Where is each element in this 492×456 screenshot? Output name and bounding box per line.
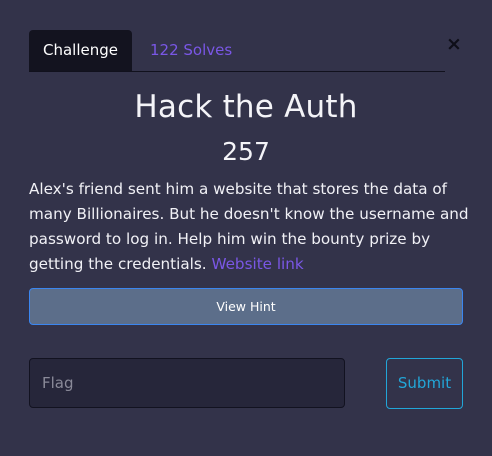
challenge-title: Hack the Auth	[134, 89, 358, 125]
tab-solves[interactable]: 122 Solves	[150, 30, 232, 71]
close-icon[interactable]: ×	[442, 32, 466, 56]
challenge-modal: Challenge 122 Solves × Hack the Auth 257…	[0, 0, 492, 456]
website-link[interactable]: Website link	[211, 255, 303, 273]
tab-challenge[interactable]: Challenge	[29, 30, 132, 71]
challenge-tabs: Challenge 122 Solves	[29, 30, 445, 72]
challenge-description: Alex's friend sent him a website that st…	[29, 177, 469, 277]
view-hint-button[interactable]: View Hint	[29, 288, 463, 325]
challenge-points: 257	[222, 137, 270, 166]
flag-input[interactable]	[29, 358, 345, 408]
submit-button[interactable]: Submit	[386, 358, 463, 409]
